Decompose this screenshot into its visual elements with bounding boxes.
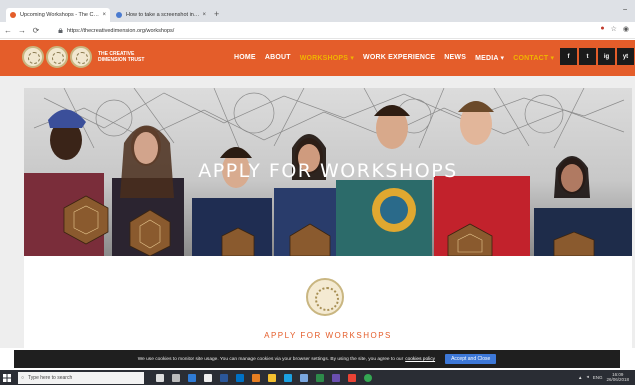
- url-text: https://thecreativedimension.org/worksho…: [67, 27, 175, 34]
- screen: Upcoming Workshops - The Creative Dimens…: [0, 0, 635, 385]
- app-icon[interactable]: [348, 373, 356, 382]
- tab-workshops[interactable]: Upcoming Workshops - The Creative Dimens…: [6, 8, 110, 22]
- cookies-policy-link[interactable]: cookies policy: [405, 357, 435, 362]
- close-tab-icon[interactable]: ×: [202, 12, 206, 18]
- new-tab-button[interactable]: +: [214, 9, 219, 19]
- facebook-icon[interactable]: f: [560, 48, 577, 65]
- photos-icon[interactable]: [252, 373, 260, 382]
- taskbar-search-input[interactable]: ○ Type here to search: [18, 371, 144, 384]
- logo-medallion-icon: [70, 46, 92, 68]
- volume-icon[interactable]: ◂: [586, 374, 588, 380]
- nav-work-experience[interactable]: WORK EXPERIENCE: [363, 54, 435, 62]
- favicon-icon: [116, 12, 122, 18]
- section-title: APPLY FOR WORKSHOPS: [264, 331, 392, 340]
- hero-banner: APPLY FOR WORKSHOPS: [24, 88, 632, 256]
- nav-workshops[interactable]: WORKSHOPS ▾: [300, 54, 354, 62]
- nav-about[interactable]: ABOUT: [265, 54, 291, 62]
- search-placeholder: Type here to search: [28, 374, 73, 381]
- youtube-icon[interactable]: yt: [617, 48, 634, 65]
- network-icon[interactable]: ▲: [578, 375, 582, 380]
- nav-media[interactable]: MEDIA ▾: [475, 54, 504, 62]
- nav-home[interactable]: HOME: [234, 54, 256, 62]
- social-links: f t ig yt: [560, 48, 634, 65]
- app-icon[interactable]: [316, 373, 324, 382]
- twitter-icon[interactable]: t: [579, 48, 596, 65]
- back-button[interactable]: ←: [2, 26, 14, 35]
- word-icon[interactable]: [220, 373, 228, 382]
- tab-title: Upcoming Workshops - The Creative Dimens…: [20, 12, 99, 18]
- system-tray: ▲ ◂ ENG 16:09 26/06/2018: [578, 372, 629, 382]
- minimize-window-button[interactable]: ‒: [623, 6, 627, 13]
- account-icon[interactable]: ◉: [623, 25, 629, 33]
- file-explorer-icon[interactable]: [268, 373, 276, 382]
- app-icon[interactable]: [284, 373, 292, 382]
- taskbar-clock[interactable]: 16:09 26/06/2018: [606, 372, 629, 382]
- favicon-icon: [10, 12, 16, 18]
- address-bar[interactable]: https://thecreativedimension.org/worksho…: [58, 25, 588, 36]
- main-nav: HOME ABOUT WORKSHOPS ▾ WORK EXPERIENCE N…: [234, 54, 554, 62]
- taskbar-apps: [156, 373, 372, 382]
- clock-date: 26/06/2018: [606, 377, 629, 382]
- app-icon[interactable]: [332, 373, 340, 382]
- search-icon: ○: [21, 374, 25, 381]
- logo-medallion-icon: [22, 46, 44, 68]
- nav-contact[interactable]: CONTACT ▾: [513, 54, 554, 62]
- task-view-icon[interactable]: [172, 373, 180, 382]
- browser-toolbar: ← → ⟳ https://thecreativedimension.org/w…: [0, 22, 635, 39]
- cookie-banner: We use cookies to monitor site usage. Yo…: [14, 350, 620, 368]
- windows-start-icon[interactable]: [0, 370, 14, 385]
- logo-medallion-icon: [46, 46, 68, 68]
- extension-icon[interactable]: ●: [600, 25, 604, 33]
- accept-cookies-button[interactable]: Accept and Close: [445, 354, 497, 364]
- microphone-icon[interactable]: [156, 373, 164, 382]
- site-header: THE CREATIVE DIMENSION TRUST HOME ABOUT …: [0, 40, 635, 76]
- lock-icon: [58, 28, 63, 33]
- app-icon[interactable]: [300, 373, 308, 382]
- close-tab-icon[interactable]: ×: [102, 12, 106, 18]
- windows-taskbar: ○ Type here to search ▲ ◂ ENG 16:09 26/0…: [0, 370, 635, 385]
- cookie-text: We use cookies to monitor site usage. Yo…: [137, 356, 404, 362]
- instagram-icon[interactable]: ig: [598, 48, 615, 65]
- tab-title: How to take a screenshot in Chrome: [126, 12, 200, 18]
- logo-text: THE CREATIVE DIMENSION TRUST: [98, 51, 145, 63]
- forward-button[interactable]: →: [16, 26, 28, 35]
- chrome-icon[interactable]: [364, 373, 372, 382]
- tab-screenshot-howto[interactable]: How to take a screenshot in Chrome ×: [112, 8, 210, 22]
- site-logo[interactable]: THE CREATIVE DIMENSION TRUST: [22, 46, 148, 68]
- reload-button[interactable]: ⟳: [30, 26, 42, 35]
- nav-news[interactable]: NEWS: [444, 54, 466, 62]
- edge-icon[interactable]: [188, 373, 196, 382]
- bookmark-star-icon[interactable]: ☆: [611, 25, 617, 33]
- language-indicator[interactable]: ENG: [593, 375, 603, 380]
- hero-title: APPLY FOR WORKSHOPS: [198, 160, 458, 182]
- store-icon[interactable]: [204, 373, 212, 382]
- browser-tab-bar: Upcoming Workshops - The Creative Dimens…: [0, 0, 635, 22]
- outlook-icon[interactable]: [236, 373, 244, 382]
- medallion-icon: [306, 278, 344, 316]
